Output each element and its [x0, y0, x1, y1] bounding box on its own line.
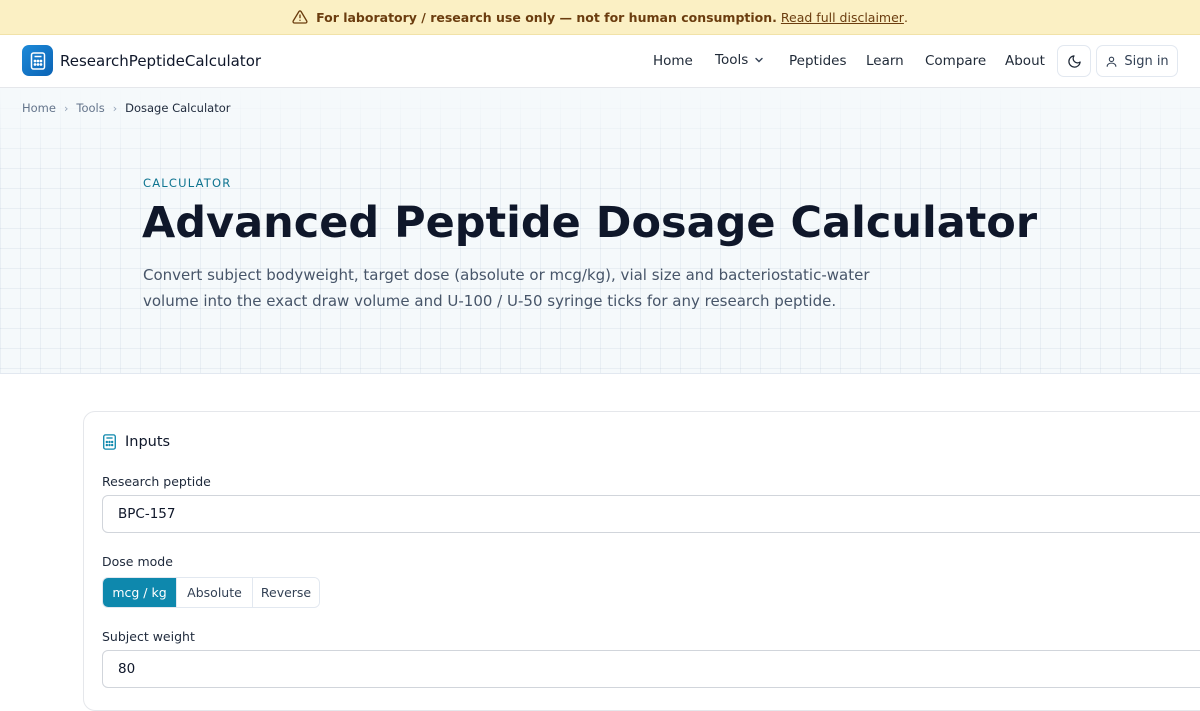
breadcrumb-current: Dosage Calculator	[125, 101, 231, 115]
peptide-value: BPC-157	[118, 506, 176, 522]
breadcrumb-tools[interactable]: Tools	[76, 101, 104, 115]
chevron-right-icon: ›	[112, 101, 118, 115]
weight-label: Subject weight	[102, 629, 195, 644]
chevron-down-icon	[755, 57, 763, 63]
warning-icon	[292, 10, 308, 24]
nav-tools[interactable]: Tools	[715, 52, 764, 68]
breadcrumb: Home › Tools › Dosage Calculator	[22, 101, 230, 115]
disclaimer-banner: For laboratory / research use only — not…	[0, 0, 1200, 35]
dose-mode-absolute[interactable]: Absolute	[177, 578, 253, 607]
inputs-heading: Inputs	[102, 434, 170, 450]
inputs-heading-label: Inputs	[125, 434, 171, 450]
hero-fade	[0, 88, 1200, 168]
breadcrumb-home[interactable]: Home	[22, 101, 56, 115]
page-title: Advanced Peptide Dosage Calculator	[142, 198, 1038, 248]
read-disclaimer-link[interactable]: Read full disclaimer	[781, 10, 904, 25]
nav-tools-label: Tools	[715, 52, 749, 68]
page-subtitle: Convert subject bodyweight, target dose …	[143, 266, 870, 310]
peptide-select[interactable]: BPC-157	[102, 495, 1200, 533]
calculator-logo-icon[interactable]	[22, 45, 53, 76]
sign-in-label: Sign in	[1124, 53, 1169, 69]
disclaimer-period: .	[903, 9, 908, 25]
site-header: ResearchPeptideCalculator Home Tools Pep…	[0, 35, 1200, 88]
chevron-right-icon: ›	[63, 101, 69, 115]
moon-icon	[1067, 54, 1081, 68]
nav-about[interactable]: About	[1005, 53, 1045, 69]
dose-mode-reverse[interactable]: Reverse	[253, 578, 319, 607]
disclaimer-text: For laboratory / research use only — not…	[316, 9, 777, 25]
dose-mode-mcg-kg[interactable]: mcg / kg	[103, 578, 177, 607]
dose-mode-toggle: mcg / kg Absolute Reverse	[102, 577, 320, 608]
hero-section: Home › Tools › Dosage Calculator CALCULA…	[0, 88, 1200, 374]
user-icon	[1106, 56, 1117, 67]
peptide-label: Research peptide	[102, 474, 211, 489]
theme-toggle-button[interactable]	[1057, 45, 1091, 77]
sign-in-button[interactable]: Sign in	[1096, 45, 1178, 77]
nav-compare[interactable]: Compare	[925, 53, 986, 69]
brand-name[interactable]: ResearchPeptideCalculator	[60, 52, 261, 70]
nav-home[interactable]: Home	[653, 53, 693, 69]
nav-peptides[interactable]: Peptides	[789, 53, 847, 69]
dose-mode-label: Dose mode	[102, 554, 173, 569]
weight-input[interactable]: 80	[102, 650, 1200, 688]
nav-learn[interactable]: Learn	[866, 53, 904, 69]
calculator-icon	[103, 434, 116, 450]
section-eyebrow: CALCULATOR	[143, 176, 232, 190]
